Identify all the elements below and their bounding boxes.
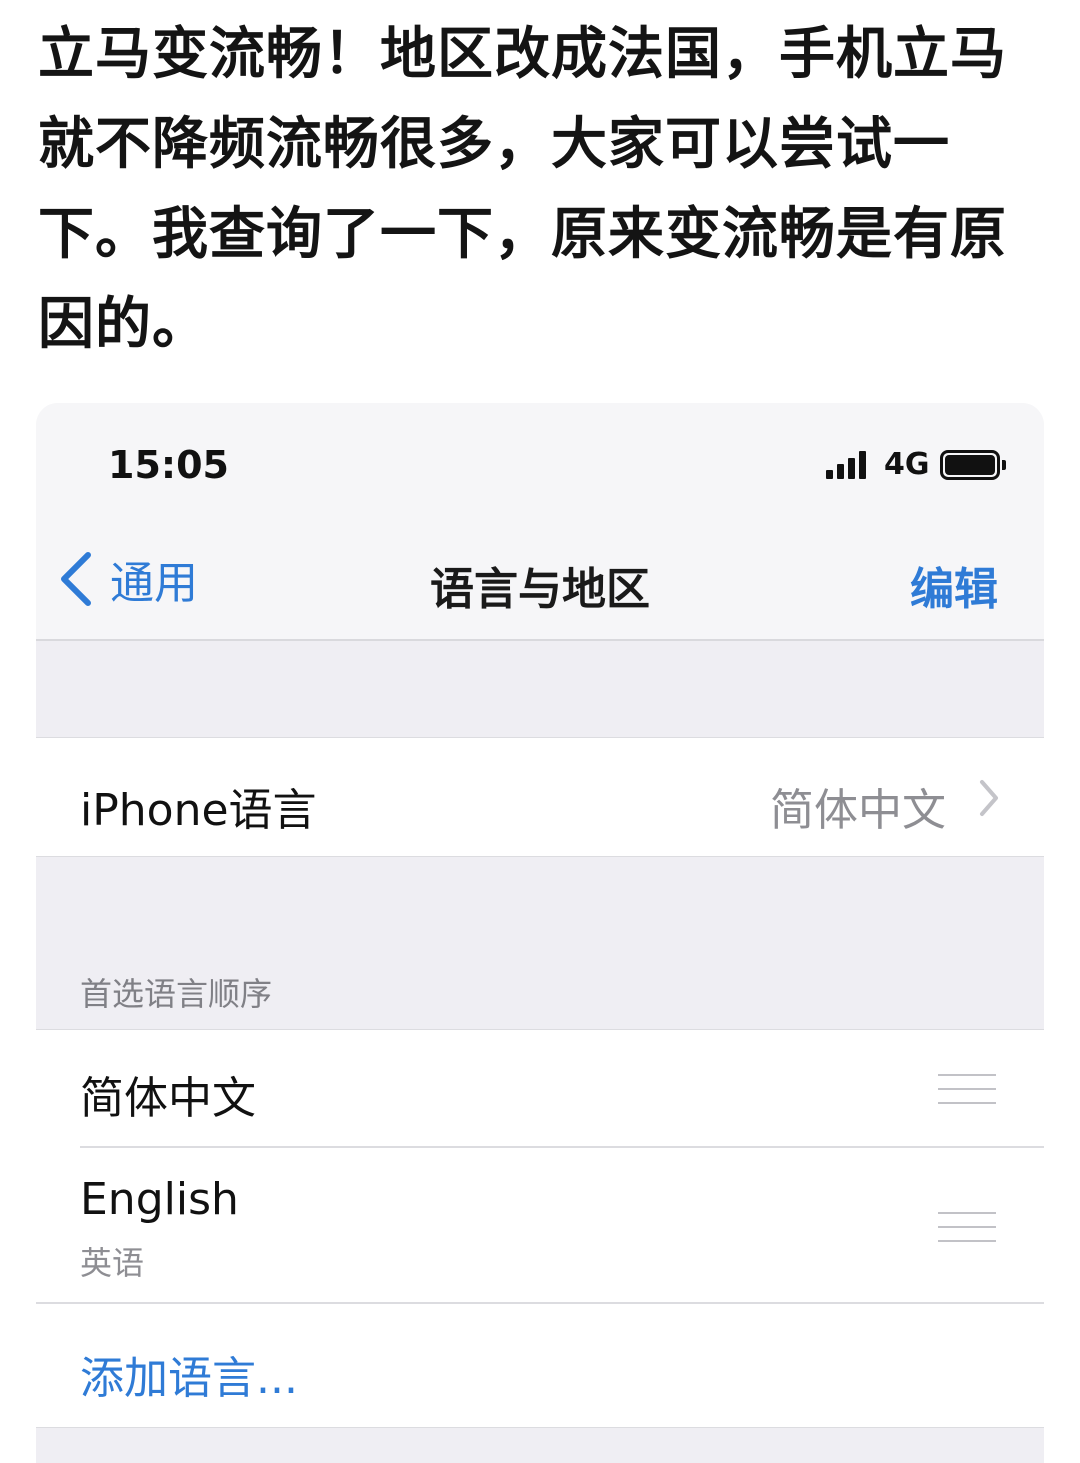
status-time: 15:05: [108, 443, 229, 487]
section-header: 首选语言顺序: [80, 975, 273, 1013]
network-type: 4G: [884, 447, 930, 482]
section-spacer: [36, 1427, 1044, 1463]
add-language-button[interactable]: 添加语言...: [80, 1342, 298, 1406]
iphone-language-row[interactable]: iPhone语言 简体中文: [36, 737, 1044, 857]
status-bar: 15:05 4G: [36, 403, 1044, 523]
phone-screenshot: 15:05 4G 通用 语言与地区 编辑 iPhone语言 简体中文 首选语言顺…: [36, 403, 1044, 1463]
iphone-language-value: 简体中文: [770, 785, 946, 836]
navigation-bar: 通用 语言与地区 编辑: [36, 523, 1044, 641]
list-item[interactable]: 简体中文: [36, 1030, 1044, 1148]
section-spacer: [36, 641, 1044, 737]
language-name: English: [80, 1174, 239, 1225]
chevron-right-icon: [980, 780, 998, 816]
reorder-handle-icon[interactable]: [938, 1212, 996, 1242]
iphone-language-label: iPhone语言: [80, 785, 317, 836]
reorder-handle-icon[interactable]: [938, 1074, 996, 1104]
language-subtitle: 英语: [80, 1244, 145, 1282]
post-text: 立马变流畅！地区改成法国，手机立马就不降频流畅很多，大家可以尝试一下。我查询了一…: [38, 22, 1007, 357]
language-name: 简体中文: [80, 1073, 256, 1124]
list-item[interactable]: English 英语: [36, 1148, 1044, 1304]
cellular-signal-icon: [826, 451, 874, 479]
edit-button[interactable]: 编辑: [910, 553, 998, 617]
preferred-languages-list: 简体中文 English 英语 添加语言...: [36, 1029, 1044, 1429]
preferred-languages-section: 首选语言顺序: [36, 857, 1044, 1029]
page-title: 语言与地区: [430, 564, 650, 615]
battery-icon: [940, 450, 1006, 480]
